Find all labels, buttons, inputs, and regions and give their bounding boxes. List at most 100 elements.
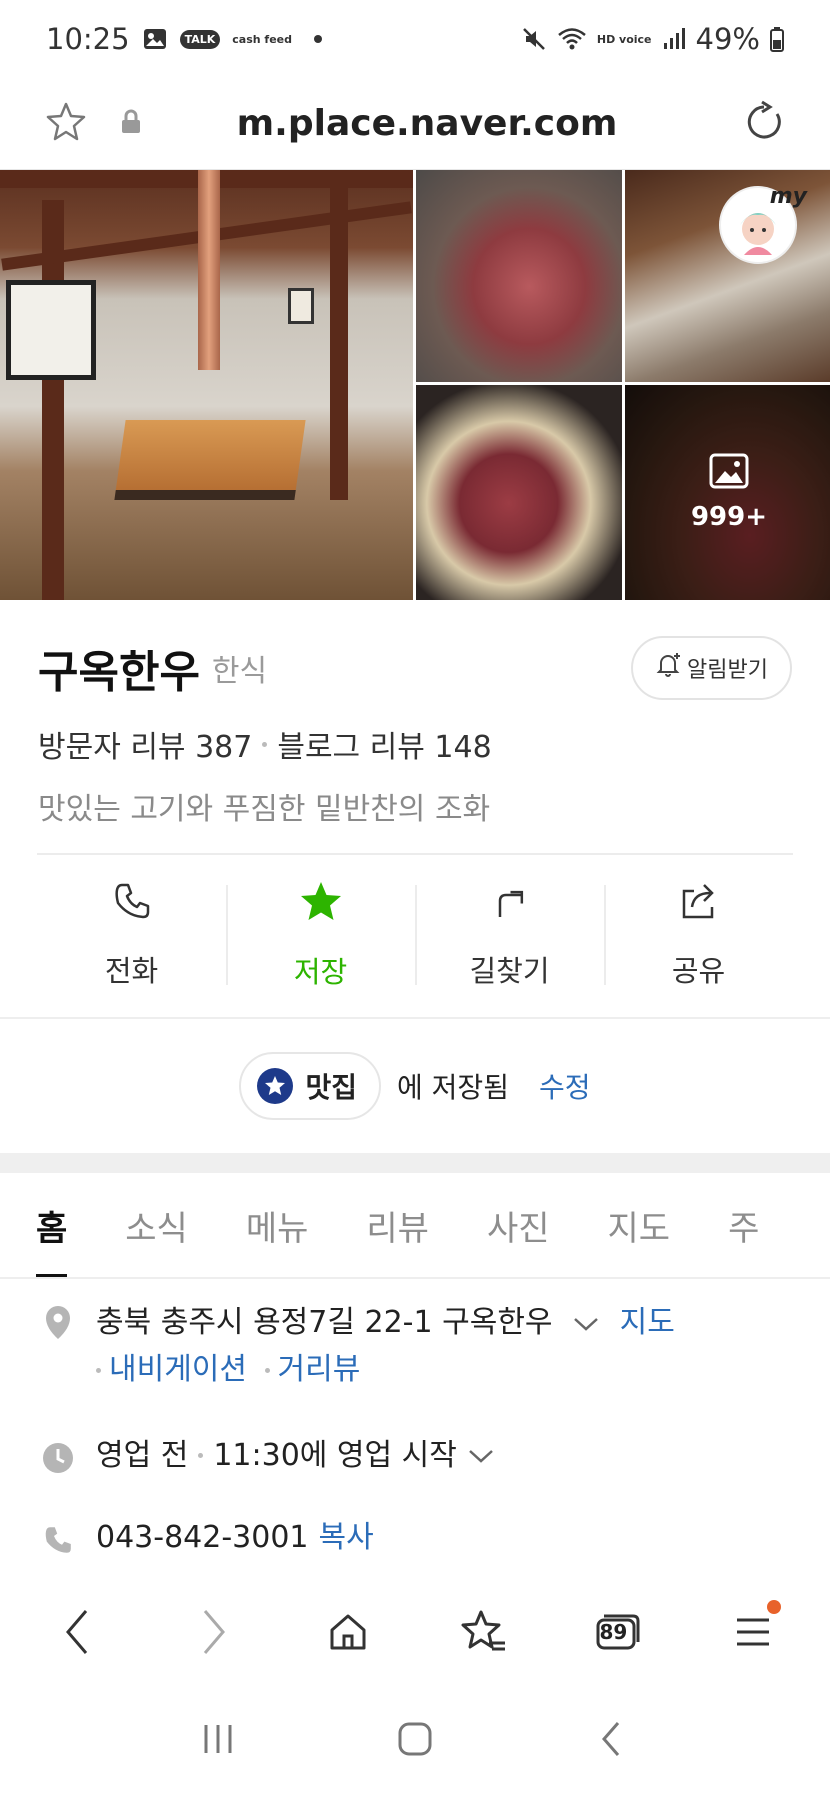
address-text: 충북 충주시 용정7길 22-1 구옥한우	[96, 1305, 553, 1340]
phone-icon	[38, 1520, 78, 1556]
notification-dot	[766, 1600, 781, 1614]
home-icon	[330, 1614, 365, 1650]
home-nav-icon[interactable]	[395, 1719, 435, 1763]
tab-home[interactable]: 홈	[36, 1173, 68, 1277]
gallery-more-icon	[709, 453, 749, 496]
location-pin-icon	[38, 1300, 78, 1393]
folder-star-icon	[257, 1068, 294, 1104]
saved-folder-chip[interactable]: 맛집	[239, 1052, 382, 1120]
hours-detail: 11:30에 영업 시작	[213, 1437, 457, 1473]
star-icon	[299, 880, 343, 929]
wifi-icon	[557, 26, 587, 52]
place-tabs: 홈 소식 메뉴 리뷰 사진 지도 주	[0, 1173, 830, 1279]
url-text[interactable]: m.place.naver.com	[112, 103, 742, 144]
alarm-button[interactable]: 알림받기	[631, 636, 792, 700]
section-gap	[0, 1153, 830, 1173]
hours-row: 영업 전 11:30에 영업 시작	[0, 1433, 830, 1479]
gallery-icon	[142, 26, 168, 52]
saved-folder-name: 맛집	[305, 1071, 358, 1104]
directions-button[interactable]: 길찾기	[415, 855, 604, 1015]
status-bar: 10:25 TALK cash feed HD voice 49%	[0, 0, 830, 78]
tab-more[interactable]: 주	[728, 1173, 759, 1277]
photo-more[interactable]: 999+	[625, 385, 830, 600]
hours-status: 영업 전	[96, 1437, 189, 1473]
recent-apps-icon[interactable]	[198, 1719, 238, 1763]
address-row: 충북 충주시 용정7길 22-1 구옥한우 지도 내비게이션 거리뷰	[0, 1300, 830, 1393]
tab-count: 89	[599, 1620, 628, 1644]
separator-dot	[264, 1367, 270, 1373]
save-label: 저장	[293, 954, 348, 989]
photo-sliced-beef[interactable]	[416, 170, 622, 382]
bookmark-list-icon	[461, 1610, 505, 1651]
bookmarks-button[interactable]	[443, 1592, 523, 1672]
chevron-down-icon[interactable]	[572, 1301, 600, 1347]
phone-row: 043-842-3001 복사	[0, 1515, 830, 1561]
street-view-link[interactable]: 거리뷰	[278, 1352, 361, 1387]
menu-button[interactable]	[713, 1592, 793, 1672]
saved-status-row: 맛집 에 저장됨 수정	[0, 1019, 830, 1153]
phone-icon	[112, 881, 152, 928]
back-arrow-icon	[65, 1610, 87, 1654]
battery-icon	[770, 26, 784, 52]
bell-plus-icon	[655, 652, 681, 684]
clock-icon	[38, 1437, 78, 1475]
directions-icon	[490, 881, 530, 928]
share-label: 공유	[671, 953, 726, 988]
copy-phone-link[interactable]: 복사	[319, 1515, 374, 1561]
save-button[interactable]: 저장	[226, 855, 415, 1015]
my-avatar[interactable]: my	[719, 184, 807, 264]
call-label: 전화	[104, 953, 159, 988]
browser-url-bar: m.place.naver.com	[0, 78, 830, 170]
visitor-review-link[interactable]: 방문자 리뷰 387	[38, 722, 252, 766]
chevron-down-icon[interactable]	[467, 1433, 495, 1479]
navigation-link[interactable]: 내비게이션	[109, 1352, 247, 1387]
directions-label: 길찾기	[469, 953, 550, 988]
android-navigation-bar	[0, 1684, 830, 1798]
blog-review-link[interactable]: 블로그 리뷰 148	[277, 722, 491, 766]
home-button[interactable]	[308, 1592, 388, 1672]
phone-number[interactable]: 043-842-3001	[96, 1515, 309, 1561]
place-description: 맛있는 고기와 푸짐한 밑반찬의 조화	[38, 792, 491, 827]
back-button[interactable]	[38, 1592, 118, 1672]
tab-photo[interactable]: 사진	[487, 1173, 550, 1277]
battery-percent: 49%	[695, 22, 760, 56]
signal-icon	[662, 27, 686, 51]
photo-count: 999+	[690, 502, 768, 532]
separator-dot	[262, 741, 268, 747]
edit-saved-link[interactable]: 수정	[539, 1066, 591, 1106]
place-category: 한식	[211, 654, 268, 689]
share-button[interactable]: 공유	[604, 855, 793, 1015]
cashfeed-icon: cash feed	[232, 32, 293, 46]
photo-tbone-steak[interactable]	[416, 385, 622, 600]
main-photo-interior[interactable]	[0, 170, 413, 600]
tab-map[interactable]: 지도	[608, 1173, 671, 1277]
tab-menu[interactable]: 메뉴	[246, 1173, 309, 1277]
hd-voice-icon: HD voice	[596, 32, 652, 46]
forward-arrow-icon	[203, 1610, 225, 1654]
mute-icon	[521, 26, 547, 52]
more-notifications-dot	[314, 35, 323, 43]
separator-dot	[96, 1367, 101, 1373]
browser-toolbar: 89	[0, 1580, 830, 1684]
alarm-label: 알림받기	[687, 658, 768, 683]
photo-hallway[interactable]: my	[625, 170, 830, 382]
back-nav-icon[interactable]	[592, 1719, 632, 1763]
photo-gallery: my 999+	[0, 170, 830, 600]
tab-news[interactable]: 소식	[125, 1173, 188, 1277]
reload-icon[interactable]	[742, 100, 786, 148]
map-link[interactable]: 지도	[620, 1305, 675, 1340]
separator-dot	[198, 1453, 204, 1458]
kakaotalk-icon: TALK	[179, 29, 221, 49]
tab-review[interactable]: 리뷰	[366, 1173, 429, 1277]
tabs-button[interactable]: 89	[578, 1592, 658, 1672]
place-name: 구옥한우	[38, 647, 200, 698]
action-bar: 전화 저장 길찾기 공유	[37, 855, 793, 1015]
saved-status-text: 에 저장됨	[397, 1071, 509, 1104]
forward-button[interactable]	[173, 1592, 253, 1672]
bookmark-star-icon[interactable]	[44, 100, 88, 148]
share-icon	[678, 881, 720, 928]
hamburger-icon	[736, 1618, 769, 1646]
status-time: 10:25	[46, 22, 130, 56]
place-header: 구옥한우 한식 알림받기 방문자 리뷰 387 블로그 리뷰 148 맛있는 고…	[0, 600, 830, 852]
call-button[interactable]: 전화	[37, 855, 226, 1015]
